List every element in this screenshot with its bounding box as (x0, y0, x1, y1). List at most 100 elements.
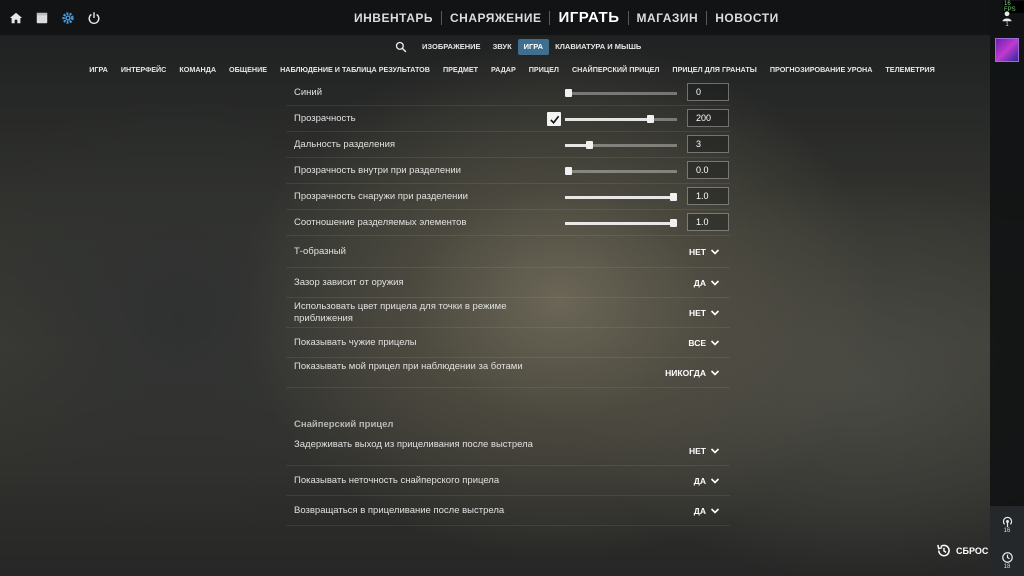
nav-play[interactable]: ИГРАТЬ (550, 0, 627, 36)
chevron-down-icon (710, 477, 720, 484)
slider-thumb[interactable] (670, 193, 677, 201)
cat-telemetry[interactable]: ТЕЛЕМЕТРИЯ (879, 62, 941, 78)
dropdown-value: НЕТ (689, 246, 706, 257)
broadcast-count: 16 (1003, 528, 1011, 534)
setting-row-zoom-dot-color: Использовать цвет прицела для точки в ре… (286, 298, 730, 328)
cat-item[interactable]: ПРЕДМЕТ (436, 62, 484, 78)
setting-row-blue: Синий 0 (286, 80, 730, 106)
user-icon (1002, 11, 1012, 22)
setting-label: Зазор зависит от оружия (294, 277, 404, 288)
setting-row-split-size-ratio: Соотношение разделяемых элементов 1.0 (286, 210, 730, 236)
outer-split-alpha-slider[interactable] (565, 193, 677, 201)
zoom-dot-color-dropdown[interactable]: НЕТ (689, 298, 720, 327)
rezoom-dropdown[interactable]: ДА (694, 496, 720, 525)
split-size-ratio-value-field[interactable]: 1.0 (687, 213, 729, 231)
inner-split-alpha-slider[interactable] (565, 167, 677, 175)
split-distance-slider[interactable] (565, 141, 677, 149)
power-icon[interactable] (84, 8, 104, 28)
reset-button[interactable]: СБРОС (936, 543, 988, 558)
tab-video[interactable]: ИЗОБРАЖЕНИЕ (416, 39, 487, 55)
home-icon[interactable] (6, 8, 26, 28)
history-count: 18 (1003, 564, 1011, 570)
cat-team[interactable]: КОМАНДА (173, 62, 223, 78)
setting-label: Показывать мой прицел при наблюдении за … (294, 361, 523, 372)
tab-keyboard-mouse[interactable]: КЛАВИАТУРА И МЫШЬ (549, 39, 647, 55)
dropdown-value: ВСЕ (688, 337, 706, 348)
setting-row-delay-unscope: Задерживать выход из прицеливания после … (286, 436, 730, 466)
show-mine-bots-dropdown[interactable]: НИКОГДА (665, 358, 720, 387)
chevron-down-icon (710, 447, 720, 454)
blue-value-field[interactable]: 0 (687, 83, 729, 101)
slider-thumb[interactable] (647, 115, 654, 123)
setting-label: Использовать цвет прицела для точки в ре… (294, 301, 507, 324)
cat-interface[interactable]: ИНТЕРФЕЙС (114, 62, 173, 78)
opacity-value-field[interactable]: 200 (687, 109, 729, 127)
history-button[interactable]: 18 (999, 551, 1015, 570)
cat-game[interactable]: ИГРА (83, 62, 115, 78)
main-nav: ИНВЕНТАРЬ СНАРЯЖЕНИЕ ИГРАТЬ МАГАЗИН НОВО… (346, 0, 787, 36)
cat-radar[interactable]: РАДАР (485, 62, 523, 78)
tab-game[interactable]: ИГРА (517, 39, 550, 55)
t-style-dropdown[interactable]: НЕТ (689, 236, 720, 267)
outer-split-alpha-value-field[interactable]: 1.0 (687, 187, 729, 205)
setting-row-inner-split-alpha: Прозрачность внутри при разделении 0.0 (286, 158, 730, 184)
setting-label: Задерживать выход из прицеливания после … (294, 439, 533, 450)
chevron-down-icon (710, 279, 720, 286)
friends-button[interactable]: 1 (999, 10, 1015, 32)
dropdown-value: НЕТ (689, 445, 706, 456)
opacity-checkbox[interactable] (547, 112, 561, 126)
dropdown-value: ДА (693, 475, 706, 486)
dropdown-value: НЕТ (689, 307, 706, 318)
tab-audio[interactable]: ЗВУК (487, 39, 518, 55)
setting-row-show-inaccuracy: Показывать неточность снайперского прице… (286, 466, 730, 496)
show-inaccuracy-dropdown[interactable]: ДА (694, 466, 720, 495)
dropdown-value: ДА (693, 505, 706, 516)
split-distance-value-field[interactable]: 3 (687, 135, 729, 153)
right-sidebar (990, 0, 1024, 576)
gap-weapon-dropdown[interactable]: ДА (694, 268, 720, 297)
reset-label: СБРОС (956, 545, 989, 556)
slider-thumb[interactable] (565, 167, 572, 175)
setting-label: Показывать неточность снайперского прице… (294, 475, 500, 486)
slider-thumb[interactable] (670, 219, 677, 227)
avatar[interactable] (995, 38, 1019, 62)
inner-split-alpha-value-field[interactable]: 0.0 (687, 161, 729, 179)
nav-news[interactable]: НОВОСТИ (707, 0, 787, 36)
delay-unscope-dropdown[interactable]: НЕТ (689, 436, 720, 465)
setting-label: Показывать чужие прицелы (294, 337, 417, 348)
broadcast-button[interactable]: 16 (999, 515, 1015, 534)
cat-grenade-crosshair[interactable]: ПРИЦЕЛ ДЛЯ ГРАНАТЫ (666, 62, 763, 78)
nav-store[interactable]: МАГАЗИН (629, 0, 707, 36)
cat-spectating-scoreboard[interactable]: НАБЛЮДЕНИЕ И ТАБЛИЦА РЕЗУЛЬТАТОВ (274, 62, 437, 78)
top-left-icons (6, 8, 104, 28)
slider-thumb[interactable] (586, 141, 593, 149)
setting-row-outer-split-alpha: Прозрачность снаружи при разделении 1.0 (286, 184, 730, 210)
chevron-down-icon (710, 309, 720, 316)
setting-label: Прозрачность (294, 113, 356, 124)
slider-thumb[interactable] (565, 89, 572, 97)
show-others-dropdown[interactable]: ВСЕ (688, 328, 720, 357)
top-nav-bar: ИНВЕНТАРЬ СНАРЯЖЕНИЕ ИГРАТЬ МАГАЗИН НОВО… (0, 0, 1024, 36)
opacity-slider[interactable] (565, 115, 677, 123)
inventory-box-icon[interactable] (32, 8, 52, 28)
cat-damage-prediction[interactable]: ПРОГНОЗИРОВАНИЕ УРОНА (763, 62, 879, 78)
setting-row-rezoom: Возвращаться в прицеливание после выстре… (286, 496, 730, 526)
cat-communication[interactable]: ОБЩЕНИЕ (223, 62, 274, 78)
gear-icon[interactable] (58, 8, 78, 28)
history-icon (1001, 552, 1013, 563)
blue-slider[interactable] (565, 89, 677, 97)
nav-loadout[interactable]: СНАРЯЖЕНИЕ (442, 0, 549, 36)
section-title-sniper: Снайперский прицел (294, 419, 394, 430)
setting-label: Синий (294, 87, 323, 98)
setting-label: Т-образный (294, 246, 346, 257)
setting-row-gap-weapon: Зазор зависит от оружия ДА (286, 268, 730, 298)
cat-crosshair[interactable]: ПРИЦЕЛ (522, 62, 565, 78)
split-size-ratio-slider[interactable] (565, 219, 677, 227)
chevron-down-icon (710, 339, 720, 346)
setting-row-opacity: Прозрачность 200 (286, 106, 730, 132)
cat-sniper-scope[interactable]: СНАЙПЕРСКИЙ ПРИЦЕЛ (565, 62, 665, 78)
search-icon[interactable] (392, 38, 410, 56)
setting-label: Прозрачность снаружи при разделении (294, 191, 468, 202)
friends-count: 1 (1005, 22, 1009, 28)
nav-inventory[interactable]: ИНВЕНТАРЬ (346, 0, 441, 36)
